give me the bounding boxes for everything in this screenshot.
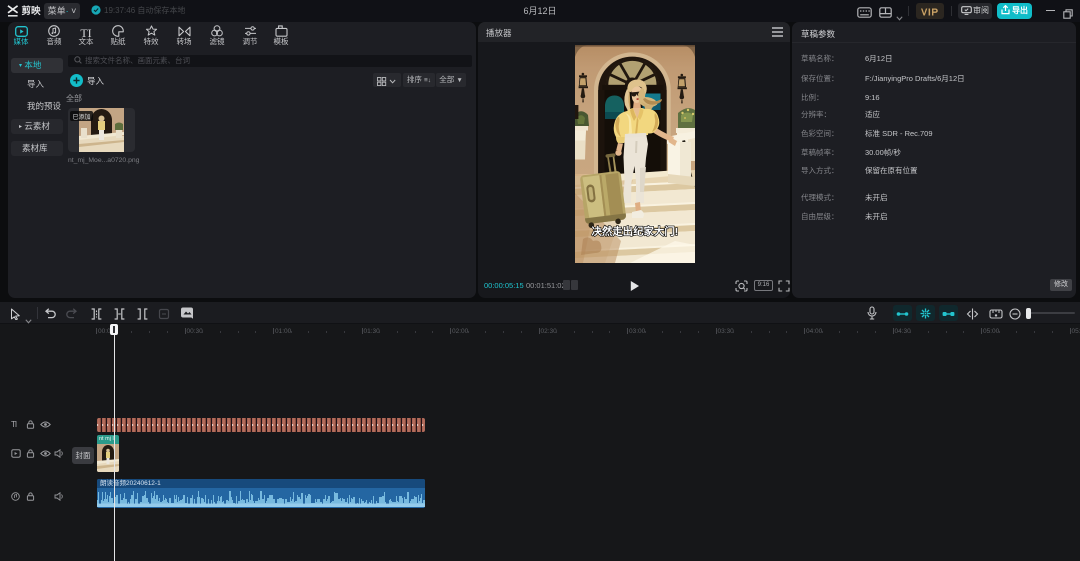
svg-text:决然走出纪家大门!: 决然走出纪家大门! [592, 225, 679, 238]
